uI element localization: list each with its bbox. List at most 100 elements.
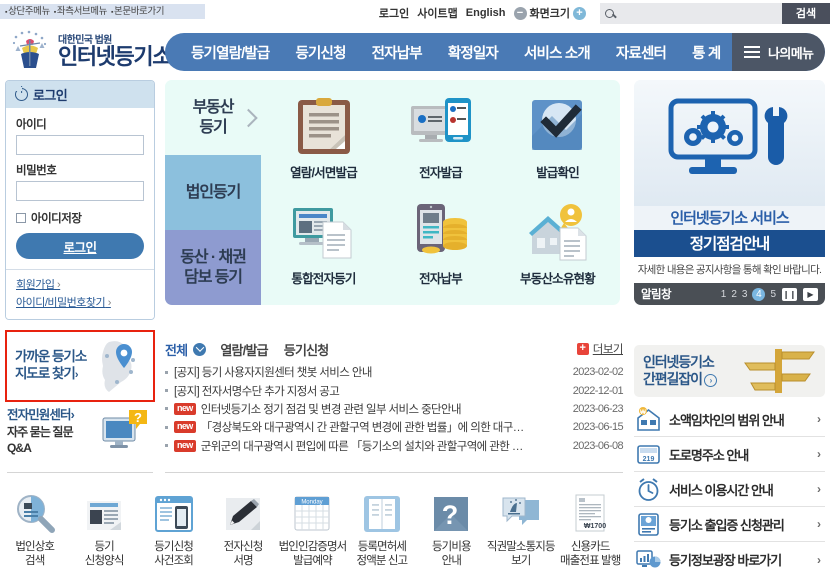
nav-item-fixed-date[interactable]: 확정일자	[436, 42, 510, 63]
banner-page-4[interactable]: 4	[752, 287, 766, 301]
utility-login-link[interactable]: 로그인	[379, 5, 409, 21]
login-panel-title: 로그인	[33, 88, 68, 103]
map-promo-line1: 가까운 등기소	[15, 349, 87, 365]
password-input[interactable]	[16, 181, 144, 201]
notice-title[interactable]: [공지] 전자서명수단 추가 지정서 공고	[174, 383, 565, 399]
quick-link-case-inquiry-label: 등기신청 사건조회	[154, 541, 194, 568]
visual-tab-movable-assets[interactable]: 동산 · 채권 담보 등기	[165, 230, 261, 305]
banner-next-button[interactable]: ▶	[803, 287, 818, 301]
quick-link-corporate-name-search[interactable]: 법인상호 검색	[1, 492, 69, 569]
quick-link-ex-officio-notice[interactable]: 직권말소통지등 보기	[487, 492, 556, 569]
banner-page-5[interactable]: 5	[770, 289, 776, 300]
guide-item-access-pass[interactable]: 등기소 출입증 신청관리 ›	[634, 507, 825, 542]
visual-tab-real-estate[interactable]: 부동산 등기	[165, 80, 261, 155]
bullet-icon	[165, 425, 168, 429]
skip-link-content[interactable]: 본문바로가기	[111, 6, 165, 17]
simple-guide-text: 인터넷등기소 간편길잡이 ›	[643, 354, 717, 388]
notice-date: 2023-06-15	[572, 421, 624, 434]
my-menu-button[interactable]: 나의메뉴	[732, 33, 825, 71]
quick-link-esign[interactable]: 전자신청 서명	[209, 492, 277, 569]
nav-item-epayment[interactable]: 전자납부	[360, 42, 434, 63]
service-view-issue[interactable]: 열람/서면발급	[290, 96, 358, 181]
eminwon-qa: Q&A	[7, 441, 32, 456]
chart-monitor-icon	[636, 550, 661, 568]
site-logo[interactable]: 대한민국 법원 인터넷등기소	[8, 28, 172, 72]
quick-link-credit-card-receipt[interactable]: ₩1700 신용카드 매출전표 발행	[556, 492, 624, 569]
map-promo-arrow: ›	[74, 369, 79, 381]
notice-title[interactable]: 「경상북도와 대구광역시 간 관할구역 변경에 관한 법률」에 의한 대구…	[201, 419, 565, 435]
maintenance-gears-icon	[668, 98, 787, 174]
service-property-ownership[interactable]: 부동산소유현황	[520, 202, 596, 287]
find-id-password-link[interactable]: 아이디/비밀번호찾기	[16, 294, 144, 310]
service-issue-verify[interactable]: 발급확인	[526, 96, 590, 181]
quick-link-case-inquiry[interactable]: 등기신청 사건조회	[140, 492, 208, 569]
notice-title[interactable]: 군위군의 대구광역시 편입에 따른 「등기소의 설치와 관할구역에 관한 …	[201, 438, 565, 454]
notice-row[interactable]: new 군위군의 대구광역시 편입에 따른 「등기소의 설치와 관할구역에 관한…	[165, 437, 624, 455]
utility-english-link[interactable]: English	[466, 7, 506, 19]
banner-pause-button[interactable]: ❙❙	[782, 287, 797, 301]
checkmark-icon	[531, 100, 582, 151]
notice-tab-apply[interactable]: 등기신청	[284, 340, 329, 359]
guide-item-registry-info-plaza[interactable]: 등기정보광장 바로가기 ›	[634, 542, 825, 577]
search-button[interactable]: 검색	[782, 2, 830, 24]
service-epayment[interactable]: 전자납부	[409, 202, 473, 287]
logo-title: 인터넷등기소	[58, 43, 172, 69]
chevron-right-icon: ›	[817, 517, 821, 531]
search-input[interactable]	[618, 7, 768, 19]
notice-row[interactable]: [공지] 전자서명수단 추가 지정서 공고 2022-12-01	[165, 381, 624, 399]
signup-link[interactable]: 회원가입	[16, 276, 144, 292]
notice-tab-view-issue[interactable]: 열람/발급	[220, 340, 268, 359]
guide-item-service-hours[interactable]: 서비스 이용시간 안내 ›	[634, 472, 825, 507]
eminwon-arrow: ›	[70, 408, 75, 423]
notice-date: 2023-06-08	[572, 439, 624, 452]
nav-item-statistics[interactable]: 통 계	[680, 42, 732, 63]
chevron-down-icon[interactable]	[193, 342, 207, 356]
nav-item-service-intro[interactable]: 서비스 소개	[512, 42, 602, 63]
utility-sitemap-link[interactable]: 사이트맵	[417, 5, 457, 21]
notice-row[interactable]: [공지] 등기 사용자지원센터 챗봇 서비스 안내 2023-02-02	[165, 363, 624, 381]
notice-more-link[interactable]: + 더보기	[576, 341, 624, 357]
simple-guide-card[interactable]: 인터넷등기소 간편길잡이 ›	[634, 345, 825, 397]
notice-title[interactable]: 인터넷등기소 정기 점검 및 변경 관련 일부 서비스 중단안내	[201, 401, 565, 417]
nav-item-registry-view[interactable]: 등기열람/발급	[179, 42, 281, 63]
banner-page-1[interactable]: 1	[721, 289, 727, 300]
remember-id-row[interactable]: 아이디저장	[16, 210, 144, 226]
guide-item-small-lease[interactable]: ₩ 소액임차인의 범위 안내 ›	[634, 402, 825, 437]
skip-link-top-menu[interactable]: 상단주메뉴	[5, 6, 50, 17]
skip-link-side-menu[interactable]: 좌측서브메뉴	[54, 6, 108, 17]
eminwon-center-block[interactable]: 전자민원센터› 자주 묻는 질문 Q&A ?	[7, 404, 157, 460]
visual-tab-corporate[interactable]: 법인등기	[165, 155, 261, 230]
eminwon-text: 전자민원센터› 자주 묻는 질문 Q&A	[7, 407, 75, 456]
nearby-registry-map-promo[interactable]: 가까운 등기소 지도로 찾기›	[5, 330, 155, 402]
notice-banner[interactable]: 인터넷등기소 서비스 정기점검안내 자세한 내용은 공지사항을 통해 확인 바랍…	[634, 80, 825, 305]
notice-row[interactable]: new 「경상북도와 대구광역시 간 관할구역 변경에 관한 법률」에 의한 대…	[165, 418, 624, 436]
notice-row[interactable]: new 인터넷등기소 정기 점검 및 변경 관련 일부 서비스 중단안내 202…	[165, 400, 624, 418]
visual-tab-real-estate-label: 부동산 등기	[192, 99, 235, 136]
map-promo-line2: 지도로 찾기	[15, 366, 76, 381]
nav-item-resource-center[interactable]: 자료센터	[604, 42, 678, 63]
nav-item-registry-apply[interactable]: 등기신청	[283, 42, 357, 63]
monitor-mobile-icon	[410, 98, 471, 143]
notice-title[interactable]: [공지] 등기 사용자지원센터 챗봇 서비스 안내	[174, 364, 565, 380]
main-visual-panel: 부동산 등기 법인등기 동산 · 채권 담보 등기 열람/서면발급 전자발급 발…	[165, 80, 620, 305]
banner-page-2[interactable]: 2	[731, 289, 737, 300]
guide-item-road-address[interactable]: 219 도로명주소 안내 ›	[634, 437, 825, 472]
remember-id-checkbox[interactable]	[16, 213, 26, 223]
notice-tab-all[interactable]: 전체	[165, 340, 188, 359]
mobile-coins-icon	[416, 203, 467, 254]
book-icon	[363, 496, 400, 532]
search-field-wrap	[600, 2, 782, 24]
quick-link-application-forms[interactable]: 등기 신청양식	[70, 492, 138, 569]
zoom-in-icon[interactable]: +	[573, 6, 586, 20]
zoom-out-icon[interactable]: −	[513, 6, 527, 20]
banner-page-3[interactable]: 3	[742, 289, 748, 300]
quick-link-fee-guide[interactable]: ? 등기비용 안내	[417, 492, 485, 569]
quick-link-seal-certificate-booking[interactable]: Monday 법인인감증명서 발급예약	[278, 492, 347, 569]
eminwon-title: 전자민원센터	[7, 408, 72, 423]
id-input[interactable]	[16, 135, 144, 155]
service-e-issue[interactable]: 전자발급	[409, 96, 473, 181]
service-integrated-eregistry[interactable]: 통합전자등기	[291, 202, 356, 287]
login-submit-button[interactable]: 로그인	[16, 233, 144, 259]
monitor-paper-icon	[293, 207, 352, 259]
quick-link-license-tax[interactable]: 등록면허세 정액분 신고	[348, 492, 416, 569]
